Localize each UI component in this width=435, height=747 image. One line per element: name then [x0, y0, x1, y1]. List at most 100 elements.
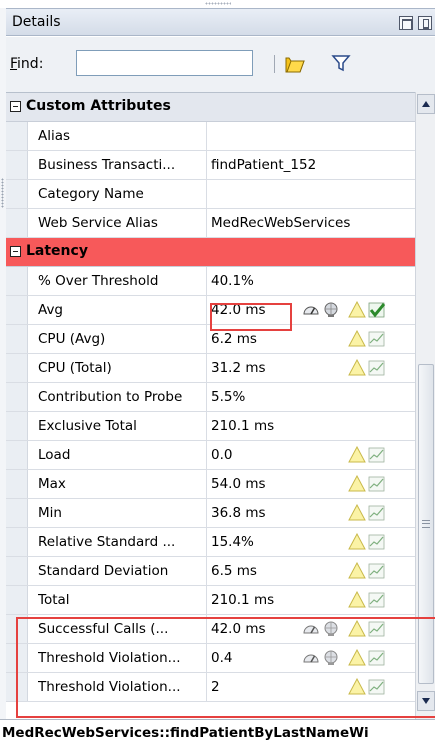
trend-icon[interactable] [368, 359, 386, 377]
trend-icon[interactable] [368, 620, 386, 638]
property-value: 6.2 ms [211, 331, 257, 347]
vertical-scrollbar[interactable] [415, 92, 435, 719]
trend-icon[interactable] [368, 591, 386, 609]
property-name: Min [38, 505, 62, 521]
find-toolbar: Find: [6, 37, 435, 92]
collapse-icon[interactable] [10, 246, 21, 257]
gauge-icon[interactable] [302, 301, 320, 319]
trend-icon[interactable] [368, 649, 386, 667]
table-row[interactable]: Web Service Alias MedRecWebServices [6, 209, 415, 238]
property-value: 210.1 ms [211, 418, 275, 434]
globe-icon[interactable] [322, 301, 340, 319]
table-row[interactable]: Threshold Violation... 2 [6, 673, 415, 702]
table-row[interactable]: % Over Threshold 40.1% [6, 267, 415, 296]
pin-icon[interactable] [418, 16, 432, 30]
property-name: CPU (Total) [38, 360, 112, 376]
property-value: findPatient_152 [211, 157, 317, 173]
property-value: 15.4% [211, 534, 254, 550]
property-value: 2 [211, 679, 220, 695]
trend-icon[interactable] [368, 533, 386, 551]
gauge-icon[interactable] [302, 620, 320, 638]
group-header-latency[interactable]: Latency [6, 238, 415, 267]
find-label: Find: [10, 56, 44, 72]
property-value: 6.5 ms [211, 563, 257, 579]
property-value: 40.1% [211, 273, 254, 289]
property-value: 210.1 ms [211, 592, 275, 608]
scroll-up-icon[interactable] [417, 94, 435, 114]
warning-icon[interactable] [348, 562, 366, 580]
check-icon[interactable] [368, 301, 386, 319]
status-footer: MedRecWebServices::findPatientByLastName… [0, 719, 435, 747]
warning-icon[interactable] [348, 620, 366, 638]
warning-icon[interactable] [348, 301, 366, 319]
property-value: 5.5% [211, 389, 246, 405]
properties-table: Custom Attributes Alias Business Transac… [6, 92, 415, 719]
table-row[interactable]: Min 36.8 ms [6, 499, 415, 528]
toolbar-separator [274, 55, 275, 73]
trend-icon[interactable] [368, 446, 386, 464]
warning-icon[interactable] [348, 446, 366, 464]
group-header-custom-attributes[interactable]: Custom Attributes [6, 93, 415, 122]
table-row[interactable]: Business Transacti... findPatient_152 [6, 151, 415, 180]
property-name: Alias [38, 128, 71, 144]
property-name: Avg [38, 302, 64, 318]
folder-icon[interactable] [283, 52, 307, 76]
table-row[interactable]: Relative Standard ... 15.4% [6, 528, 415, 557]
gauge-icon[interactable] [302, 649, 320, 667]
property-name: % Over Threshold [38, 273, 159, 289]
property-name: Threshold Violation... [38, 650, 181, 666]
collapse-icon[interactable] [10, 101, 21, 112]
table-row[interactable]: Contribution to Probe 5.5% [6, 383, 415, 412]
table-row[interactable]: CPU (Avg) 6.2 ms [6, 325, 415, 354]
warning-icon[interactable] [348, 359, 366, 377]
table-row[interactable]: Threshold Violation... 0.4 [6, 644, 415, 673]
filter-icon[interactable] [331, 53, 351, 73]
maximize-icon[interactable] [399, 16, 413, 30]
trend-icon[interactable] [368, 562, 386, 580]
scroll-thumb[interactable] [418, 364, 434, 684]
property-value: 0.4 [211, 650, 233, 666]
property-value: 0.0 [211, 447, 233, 463]
trend-icon[interactable] [368, 330, 386, 348]
property-name: Threshold Violation... [38, 679, 181, 695]
panel-title: Details [12, 14, 61, 30]
globe-icon[interactable] [322, 649, 340, 667]
table-row[interactable]: Max 54.0 ms [6, 470, 415, 499]
find-input[interactable] [76, 50, 253, 76]
property-value: 36.8 ms [211, 505, 266, 521]
property-name: Contribution to Probe [38, 389, 183, 405]
warning-icon[interactable] [348, 678, 366, 696]
property-name: Business Transacti... [38, 157, 176, 173]
table-row[interactable]: Total 210.1 ms [6, 586, 415, 615]
table-row[interactable]: Alias [6, 122, 415, 151]
property-name: Total [38, 592, 70, 608]
property-name: Category Name [38, 186, 144, 202]
table-row[interactable]: Load 0.0 [6, 441, 415, 470]
property-name: Successful Calls (... [38, 621, 169, 637]
scroll-down-icon[interactable] [417, 691, 435, 711]
warning-icon[interactable] [348, 504, 366, 522]
property-name: Max [38, 476, 66, 492]
warning-icon[interactable] [348, 533, 366, 551]
trend-icon[interactable] [368, 475, 386, 493]
table-row[interactable]: Avg 42.0 ms [6, 296, 415, 325]
trend-icon[interactable] [368, 504, 386, 522]
property-name: Load [38, 447, 71, 463]
warning-icon[interactable] [348, 475, 366, 493]
resize-grip[interactable] [0, 0, 435, 8]
trend-icon[interactable] [368, 678, 386, 696]
table-row[interactable]: Category Name [6, 180, 415, 209]
property-name: Exclusive Total [38, 418, 137, 434]
property-name: CPU (Avg) [38, 331, 106, 347]
warning-icon[interactable] [348, 330, 366, 348]
table-row[interactable]: Standard Deviation 6.5 ms [6, 557, 415, 586]
warning-icon[interactable] [348, 649, 366, 667]
table-row[interactable]: Exclusive Total 210.1 ms [6, 412, 415, 441]
table-row[interactable]: CPU (Total) 31.2 ms [6, 354, 415, 383]
property-name: Web Service Alias [38, 215, 158, 231]
globe-icon[interactable] [322, 620, 340, 638]
property-name: Standard Deviation [38, 563, 169, 579]
table-row[interactable]: Successful Calls (... 42.0 ms [6, 615, 415, 644]
warning-icon[interactable] [348, 591, 366, 609]
panel-titlebar: Details [6, 8, 435, 36]
